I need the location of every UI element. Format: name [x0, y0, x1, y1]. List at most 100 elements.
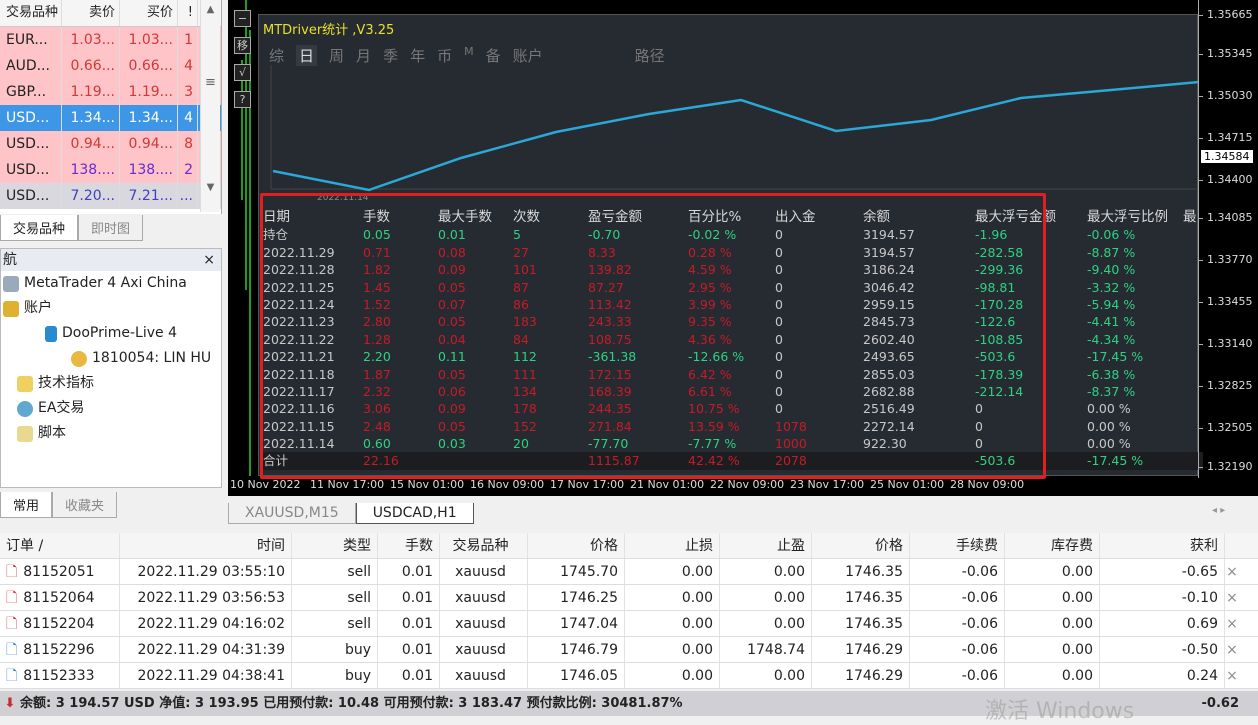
- ask-cell: 138....: [120, 157, 178, 183]
- minimize-button[interactable]: −: [234, 10, 251, 27]
- tab-tick-chart[interactable]: 即时图: [78, 215, 144, 241]
- order-value: -0.10: [1181, 590, 1218, 606]
- order-cell: 0.01: [378, 611, 440, 636]
- order-row[interactable]: 🗋 81152296 2022.11.29 04:31:39 buy 0.01 xauus…: [0, 637, 1258, 663]
- orders-col-header[interactable]: 止盈: [720, 533, 812, 558]
- order-row[interactable]: 🗋 81152064 2022.11.29 03:56:53 sell 0.01 xauu…: [0, 585, 1258, 611]
- order-value: 0.00: [1061, 668, 1093, 684]
- order-value: 0.00: [773, 564, 805, 580]
- move-button[interactable]: 移: [234, 37, 251, 54]
- col-spread[interactable]: !: [178, 0, 198, 26]
- close-order-icon[interactable]: ×: [1225, 559, 1245, 584]
- order-value: -0.06: [961, 616, 998, 632]
- tab-usdcad-h1[interactable]: USDCAD,H1: [355, 503, 474, 524]
- stats-cell: -3.32 %: [1087, 279, 1136, 295]
- order-cell: -0.06: [910, 637, 1005, 662]
- balance-line-chart: [270, 65, 1199, 192]
- order-value: -0.06: [961, 590, 998, 606]
- tab-symbols[interactable]: 交易品种: [0, 215, 79, 241]
- orders-col-header[interactable]: 获利: [1100, 533, 1225, 558]
- orders-col-header[interactable]: 库存费: [1005, 533, 1100, 558]
- market-watch-row[interactable]: EUR... 1.03... 1.03... 1: [0, 27, 221, 53]
- nav-label: EA交易: [38, 400, 85, 416]
- scroll-up-icon[interactable]: ▲: [201, 4, 220, 15]
- close-icon[interactable]: ×: [203, 249, 215, 271]
- check-button[interactable]: √: [234, 64, 251, 81]
- order-cell: 0.01: [378, 663, 440, 688]
- balance-line: [272, 80, 1199, 192]
- market-watch-row[interactable]: USD... 0.94... 0.94... 8: [0, 131, 221, 157]
- nav-item-account[interactable]: 1810054: LIN HU: [1, 346, 221, 371]
- order-cell: -0.06: [910, 663, 1005, 688]
- nav-item-accounts[interactable]: 账户: [1, 296, 221, 321]
- navigator: 航 × MetaTrader 4 Axi China 账户 DooPrime-Li…: [0, 248, 222, 488]
- order-value: 0.01: [401, 668, 433, 684]
- orders-col-header[interactable]: 订单 /: [0, 533, 120, 558]
- expert-icon: [17, 400, 33, 417]
- nav-item-scripts[interactable]: 脚本: [1, 421, 221, 446]
- order-cell: 1746.05: [528, 663, 625, 688]
- order-value: 1747.04: [560, 616, 618, 632]
- orders-col-header[interactable]: 类型: [292, 533, 378, 558]
- nav-item-server[interactable]: DooPrime-Live 4: [1, 321, 221, 346]
- market-watch-row[interactable]: USD... 138.... 138.... 2: [0, 157, 221, 183]
- stats-cell: -0.06 %: [1087, 227, 1136, 243]
- order-row[interactable]: 🗋 81152333 2022.11.29 04:38:41 buy 0.01 xauus…: [0, 663, 1258, 689]
- tab-xauusd-m15[interactable]: XAUUSD,M15: [228, 503, 356, 524]
- stats-cell: 0.00 %: [1087, 436, 1131, 452]
- order-value: -0.65: [1181, 564, 1218, 580]
- order-cell: 🗋 81152296: [0, 637, 120, 662]
- scroll-thumb-icon[interactable]: ≡: [201, 75, 220, 90]
- tab-common[interactable]: 常用: [0, 492, 53, 518]
- spread-cell: 2: [178, 157, 198, 183]
- spread-cell: 8: [178, 131, 198, 157]
- order-cell: 🗋 81152204: [0, 611, 120, 636]
- market-watch-header: 交易品种 卖价 买价 !: [0, 0, 221, 27]
- stats-cell: 0.00 %: [1087, 418, 1131, 434]
- orders-col-header[interactable]: 手数: [378, 533, 440, 558]
- stats-cell: 0.00 %: [1087, 401, 1131, 417]
- orders-col-header[interactable]: 手续费: [910, 533, 1005, 558]
- order-value: 0.00: [773, 668, 805, 684]
- bid-cell: 138....: [62, 157, 120, 183]
- col-ask[interactable]: 买价: [120, 0, 178, 26]
- close-order-icon[interactable]: ×: [1225, 637, 1245, 662]
- col-symbol[interactable]: 交易品种: [0, 0, 62, 26]
- nav-item-indicators[interactable]: 技术指标: [1, 371, 221, 396]
- orders-col-header[interactable]: 价格: [812, 533, 910, 558]
- help-button[interactable]: ?: [234, 91, 251, 108]
- time-label: 17 Nov 17:00: [550, 478, 625, 491]
- nav-item-experts[interactable]: EA交易: [1, 396, 221, 421]
- price-label: 1.32825: [1198, 379, 1253, 392]
- spread-cell: 3: [178, 79, 198, 105]
- col-bid[interactable]: 卖价: [62, 0, 120, 26]
- order-value: 81152064: [23, 590, 95, 606]
- navigator-title: 航: [3, 252, 17, 268]
- close-order-icon[interactable]: ×: [1225, 585, 1245, 610]
- order-row[interactable]: 🗋 81152204 2022.11.29 04:16:02 sell 0.01 xauu…: [0, 611, 1258, 637]
- scroll-down-icon[interactable]: ▼: [201, 182, 220, 193]
- time-label: 22 Nov 09:00: [710, 478, 785, 491]
- market-watch-row[interactable]: GBP... 1.19... 1.19... 3: [0, 79, 221, 105]
- market-watch-row[interactable]: USD... 7.20... 7.21......: [0, 183, 221, 209]
- orders-col-header[interactable]: 时间: [120, 533, 292, 558]
- tab-favorites[interactable]: 收藏夹: [52, 492, 118, 518]
- orders-col-header[interactable]: 止损: [625, 533, 720, 558]
- order-cell: 0.00: [625, 559, 720, 584]
- tab-scroll-arrows[interactable]: ◂ ▸: [1212, 505, 1225, 516]
- order-cell: -0.06: [910, 559, 1005, 584]
- nav-item-terminal[interactable]: MetaTrader 4 Axi China: [1, 271, 221, 296]
- orders-header: 订单 / 时间 类型 手数 交易品种 价格 止损 止盈 价格 手续费 库存费 获利: [0, 533, 1258, 559]
- market-watch-row[interactable]: USD... 1.34... 1.34... 4: [0, 105, 221, 131]
- close-order-icon[interactable]: ×: [1225, 663, 1245, 688]
- order-row[interactable]: 🗋 81152051 2022.11.29 03:55:10 sell 0.01 xauu…: [0, 559, 1258, 585]
- market-watch-scrollbar[interactable]: ▲ ≡ ▼: [200, 0, 220, 212]
- orders-col-header[interactable]: 交易品种: [440, 533, 528, 558]
- stats-cell: -9.40 %: [1087, 262, 1136, 278]
- market-watch-row[interactable]: AUD... 0.66... 0.66... 4: [0, 53, 221, 79]
- order-cell: 1746.35: [812, 559, 910, 584]
- orders-col-header[interactable]: 价格: [528, 533, 625, 558]
- order-cell: sell: [292, 585, 378, 610]
- order-cell: xauusd: [440, 663, 528, 688]
- close-order-icon[interactable]: ×: [1225, 611, 1245, 636]
